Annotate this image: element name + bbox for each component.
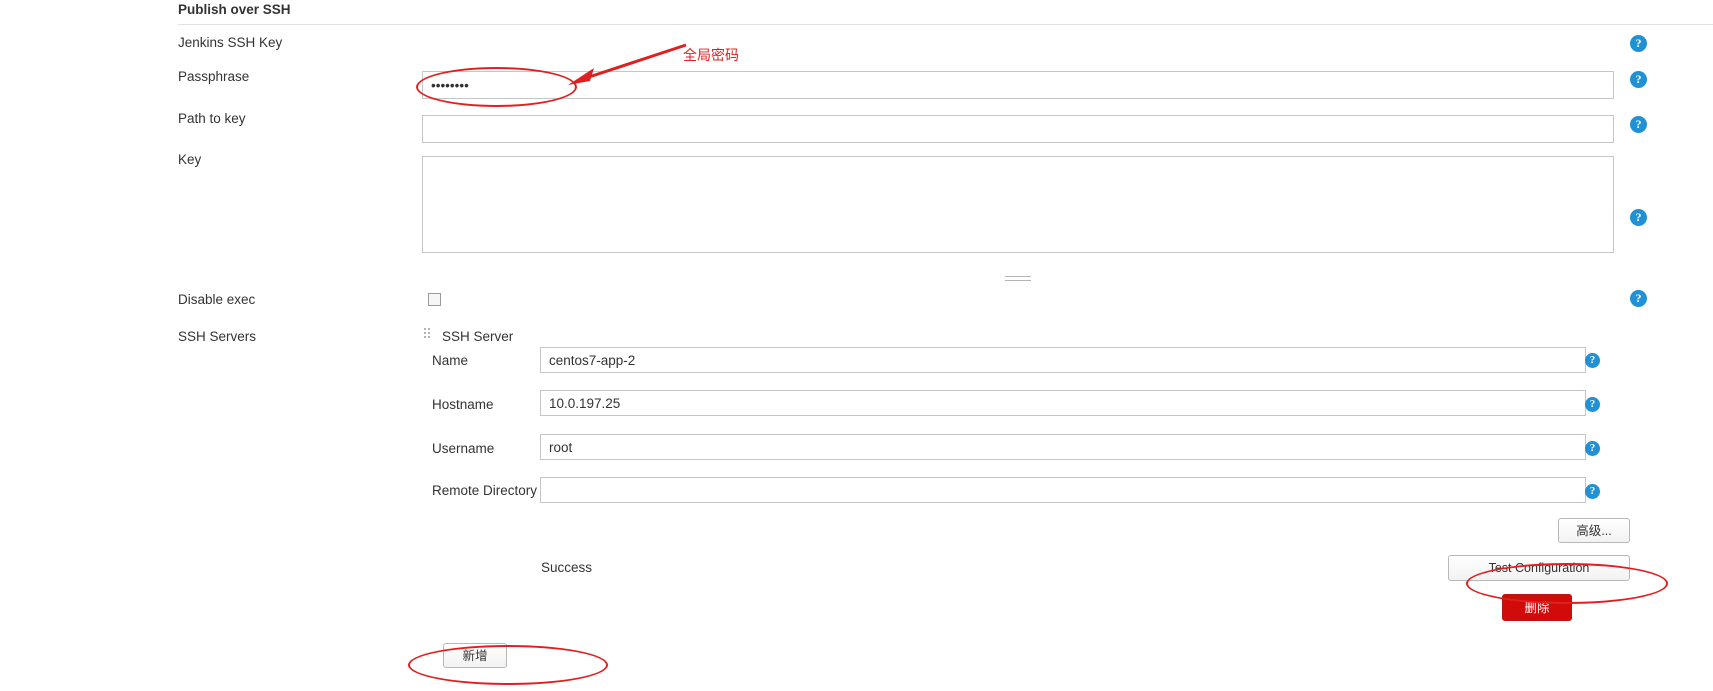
help-icon-disable-exec[interactable]: ? [1630,290,1647,307]
publish-over-ssh-page: Publish over SSH Jenkins SSH Key ? Passp… [0,0,1713,691]
key-label: Key [178,152,202,167]
ssh-server-remote-directory-label: Remote Directory [432,483,538,498]
help-icon-ssh-server-hostname[interactable]: ? [1585,397,1600,412]
advanced-button[interactable]: 高级... [1558,518,1630,543]
passphrase-input[interactable] [422,71,1614,99]
passphrase-label: Passphrase [178,69,250,84]
add-button[interactable]: 新增 [443,643,507,668]
key-textarea[interactable] [422,156,1614,253]
test-configuration-button[interactable]: Test Configuration [1448,555,1630,581]
help-icon-jenkins-ssh-key[interactable]: ? [1630,35,1647,52]
help-icon-path-to-key[interactable]: ? [1630,116,1647,133]
help-icon-ssh-server-name[interactable]: ? [1585,353,1600,368]
delete-button[interactable]: 删除 [1502,594,1572,621]
section-title: Publish over SSH [178,2,291,17]
ssh-server-remote-directory-input[interactable] [540,477,1586,503]
textarea-resize-grip[interactable] [1005,276,1031,281]
disable-exec-checkbox[interactable] [428,293,441,306]
ssh-server-hostname-label: Hostname [432,397,494,412]
ssh-server-username-input[interactable] [540,434,1586,460]
ssh-server-username-label: Username [432,441,495,456]
annotation-ellipse-add-button [408,645,608,685]
ssh-server-hostname-input[interactable] [540,390,1586,416]
drag-handle-icon[interactable] [423,327,432,340]
test-status-text: Success [541,560,593,575]
help-icon-key[interactable]: ? [1630,209,1647,226]
path-to-key-label: Path to key [178,111,246,126]
ssh-server-title: SSH Server [442,329,514,344]
help-icon-ssh-server-username[interactable]: ? [1585,441,1600,456]
path-to-key-input[interactable] [422,115,1614,143]
annotation-passphrase-note: 全局密码 [683,48,739,64]
ssh-server-name-label: Name [432,353,469,368]
jenkins-ssh-key-label: Jenkins SSH Key [178,35,283,50]
disable-exec-label: Disable exec [178,292,256,307]
help-icon-ssh-server-remote-directory[interactable]: ? [1585,484,1600,499]
section-divider [178,24,1713,25]
ssh-server-name-input[interactable] [540,347,1586,373]
ssh-servers-label: SSH Servers [178,329,257,344]
help-icon-passphrase[interactable]: ? [1630,71,1647,88]
